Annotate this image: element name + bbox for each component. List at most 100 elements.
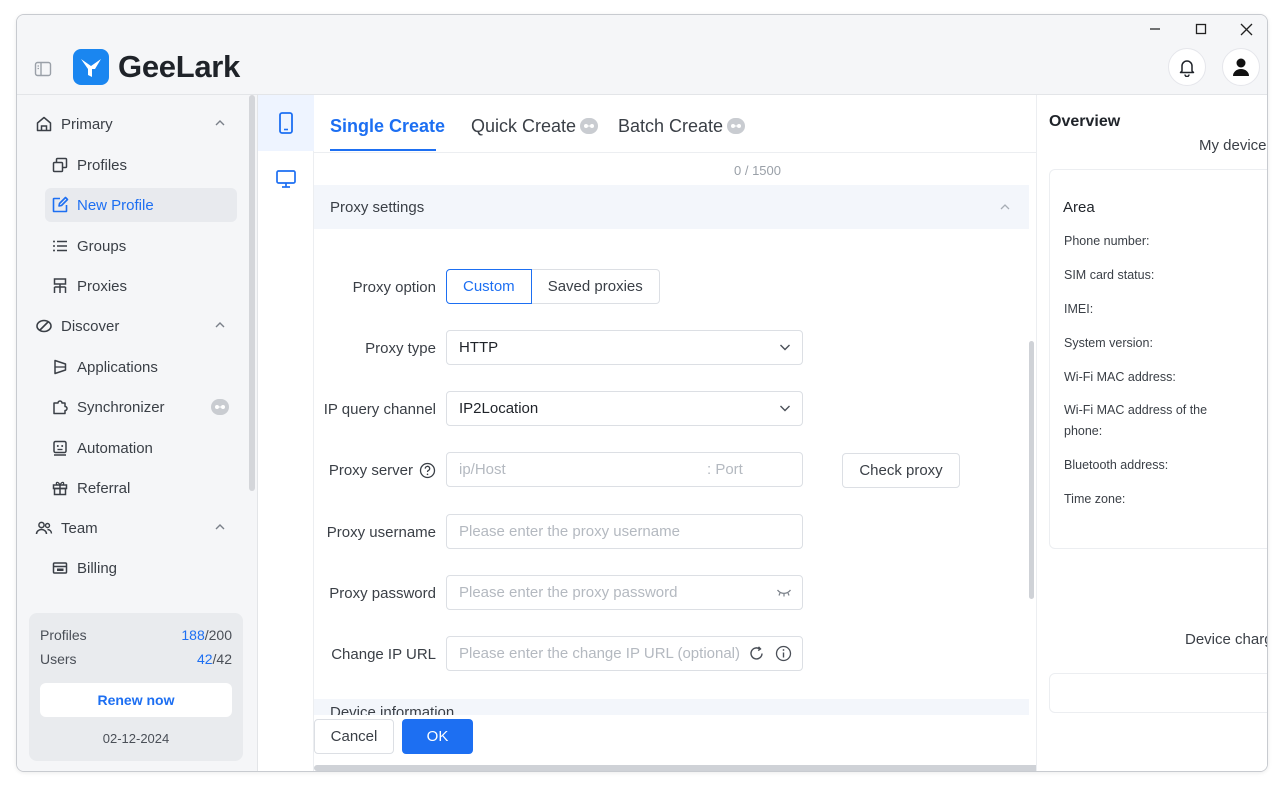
form-scrollbar[interactable]	[1029, 341, 1034, 599]
sidebar-item-billing[interactable]: Billing	[45, 551, 237, 585]
refresh-icon[interactable]	[748, 645, 765, 662]
info-icon[interactable]	[775, 645, 792, 662]
tab-quick-create[interactable]: Quick Create	[471, 113, 599, 139]
sidebar-item-label: Groups	[77, 237, 127, 255]
sidebar-item-proxies[interactable]: Proxies	[45, 269, 237, 303]
proxy-username-label: Proxy username	[326, 523, 436, 541]
overview-panel: Overview My devices Area Phone number: S…	[1036, 95, 1268, 771]
sidebar-item-new-profile[interactable]: New Profile	[45, 188, 237, 222]
billing-icon	[51, 559, 69, 577]
app-window: GeeLark Primary Profiles New Profile Gro…	[16, 14, 1268, 772]
section-title: Device information	[330, 704, 455, 715]
user-avatar-button[interactable]	[1222, 48, 1260, 86]
device-charge-label: Device charg	[1185, 631, 1268, 648]
proxy-password-input[interactable]: Please enter the proxy password	[446, 575, 803, 610]
notifications-button[interactable]	[1168, 48, 1206, 86]
sidebar-scrollbar[interactable]	[249, 95, 255, 491]
gift-icon	[51, 479, 69, 497]
device-information-header[interactable]: Device information	[314, 699, 1029, 715]
sidebar-item-profiles[interactable]: Profiles	[45, 148, 237, 182]
renew-now-button[interactable]: Renew now	[40, 683, 232, 717]
ip-query-channel-select[interactable]: IP2Location	[446, 391, 803, 426]
proxy-type-select[interactable]: HTTP	[446, 330, 803, 365]
maximize-icon	[1195, 23, 1207, 35]
coming-soon-icon	[211, 399, 229, 415]
desktop-device-button[interactable]	[258, 151, 314, 207]
sidebar-item-groups[interactable]: Groups	[45, 229, 237, 263]
nav-group-primary[interactable]: Primary	[35, 112, 225, 136]
proxy-server-label: Proxy server	[314, 453, 436, 487]
help-icon[interactable]	[419, 462, 436, 479]
phone-icon	[279, 112, 293, 134]
time-zone-label: Time zone:	[1064, 492, 1126, 506]
sidebar-item-label: Synchronizer	[77, 398, 165, 416]
applications-icon	[51, 358, 69, 376]
proxy-username-input[interactable]: Please enter the proxy username	[446, 514, 803, 549]
sidebar-item-synchronizer[interactable]: Synchronizer	[45, 390, 237, 424]
sidebar: Primary Profiles New Profile Groups Prox…	[17, 95, 257, 771]
sidebar-item-label: Referral	[77, 479, 131, 497]
overview-title: Overview	[1049, 113, 1121, 130]
ok-button[interactable]: OK	[402, 719, 473, 754]
wifi-mac-phone-label: Wi-Fi MAC address of the phone:	[1064, 403, 1208, 438]
proxy-server-field: ip/Host : Port	[446, 452, 803, 487]
action-bar: Cancel OK	[314, 715, 1126, 771]
users-usage-value: 42/42	[196, 651, 232, 667]
create-tabs: Single Create Quick Create Batch Create	[314, 95, 1036, 153]
sidebar-toggle-button[interactable]	[33, 59, 53, 79]
maximize-button[interactable]	[1179, 17, 1223, 41]
proxy-type-value: HTTP	[459, 339, 499, 356]
nav-group-team[interactable]: Team	[35, 516, 225, 540]
chevron-up-icon[interactable]	[213, 520, 227, 534]
minimize-icon	[1150, 28, 1160, 30]
chevron-down-icon	[780, 405, 790, 412]
sidebar-item-applications[interactable]: Applications	[45, 350, 237, 384]
tab-batch-create[interactable]: Batch Create	[618, 113, 746, 139]
profiles-usage: Profiles 188/200	[40, 625, 232, 645]
proxy-option-label: Proxy option	[352, 278, 436, 296]
tab-single-create[interactable]: Single Create	[330, 113, 445, 139]
proxy-port-input[interactable]: : Port	[707, 461, 743, 478]
ip-query-channel-value: IP2Location	[459, 400, 539, 417]
change-ip-url-label: Change IP URL	[331, 645, 436, 663]
compass-icon	[35, 317, 53, 335]
change-ip-url-input[interactable]: Please enter the change IP URL (optional…	[446, 636, 803, 671]
area-label: Area	[1063, 199, 1095, 216]
edit-icon	[51, 196, 69, 214]
device-charge-card	[1049, 673, 1267, 713]
eye-closed-icon[interactable]	[776, 588, 792, 598]
sidebar-item-automation[interactable]: Automation	[45, 431, 237, 465]
coming-soon-icon	[727, 118, 746, 134]
chevron-up-icon[interactable]	[213, 116, 227, 130]
sidebar-item-label: Automation	[77, 439, 153, 457]
nav-group-discover[interactable]: Discover	[35, 314, 225, 338]
proxy-password-label: Proxy password	[329, 584, 436, 602]
proxy-host-input[interactable]: ip/Host	[459, 461, 506, 478]
check-proxy-button[interactable]: Check proxy	[842, 453, 960, 488]
minimize-button[interactable]	[1133, 17, 1177, 41]
cancel-button[interactable]: Cancel	[314, 719, 394, 754]
proxy-settings-header[interactable]: Proxy settings	[314, 185, 1029, 229]
sidebar-item-referral[interactable]: Referral	[45, 471, 237, 505]
sim-card-status-label: SIM card status:	[1064, 268, 1155, 282]
expiry-date: 02-12-2024	[102, 731, 170, 746]
close-button[interactable]	[1224, 17, 1267, 41]
custom-proxy-option[interactable]: Custom	[446, 269, 532, 304]
logo-icon	[73, 49, 109, 85]
saved-proxies-option[interactable]: Saved proxies	[531, 269, 660, 304]
home-icon	[35, 115, 53, 133]
sidebar-item-label: Proxies	[77, 277, 128, 295]
active-tab-indicator	[330, 149, 436, 151]
chevron-up-icon[interactable]	[213, 318, 227, 332]
sidebar-item-label: Profiles	[77, 156, 128, 174]
proxy-password-placeholder: Please enter the proxy password	[459, 584, 678, 601]
nav-group-label: Primary	[61, 115, 113, 133]
network-icon	[51, 277, 69, 295]
users-usage-label: Users	[40, 651, 77, 667]
horizontal-scrollbar[interactable]	[314, 765, 1126, 771]
proxy-username-placeholder: Please enter the proxy username	[459, 523, 680, 540]
character-counter: 0 / 1500	[734, 163, 781, 178]
my-devices-link[interactable]: My devices	[1199, 137, 1267, 154]
mobile-device-button[interactable]	[258, 95, 314, 151]
system-version-label: System version:	[1064, 336, 1153, 350]
